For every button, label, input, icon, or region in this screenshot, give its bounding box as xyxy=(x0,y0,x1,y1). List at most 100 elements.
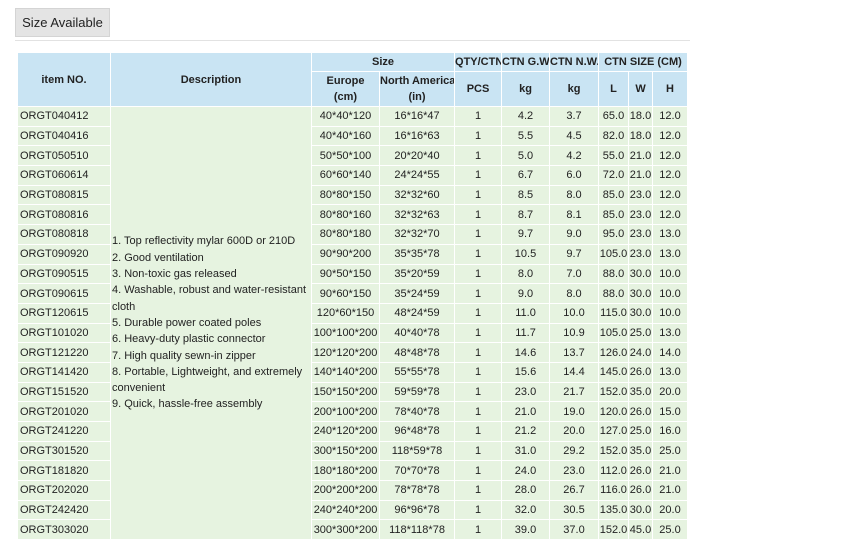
header-height: H xyxy=(652,71,689,107)
cell-ctn-height: 12.0 xyxy=(652,106,689,127)
cell-qty: 1 xyxy=(454,224,503,245)
cell-qty: 1 xyxy=(454,165,503,186)
cell-ctn-length: 85.0 xyxy=(598,184,630,206)
header-gw-kg: kg xyxy=(501,71,551,107)
cell-gross-weight: 39.0 xyxy=(501,519,551,541)
cell-ctn-height: 15.0 xyxy=(652,401,689,422)
cell-europe-size: 300*300*200 xyxy=(311,519,380,541)
cell-ctn-length: 105.0 xyxy=(598,243,630,265)
cell-qty: 1 xyxy=(454,480,503,501)
cell-ctn-length: 88.0 xyxy=(598,283,630,304)
description-line: 6. Heavy-duty plastic connector xyxy=(112,333,266,346)
cell-ctn-length: 120.0 xyxy=(598,401,630,422)
header-item-no: item NO. xyxy=(17,52,111,107)
cell-ctn-width: 45.0 xyxy=(628,519,654,541)
cell-qty: 1 xyxy=(454,243,503,265)
description-line: 4. Washable, robust and water-resistant … xyxy=(112,284,307,313)
cell-item-no: ORGT151520 xyxy=(17,381,111,403)
cell-qty: 1 xyxy=(454,519,503,541)
cell-ctn-width: 26.0 xyxy=(628,401,654,422)
cell-ctn-height: 25.0 xyxy=(652,440,689,462)
cell-item-no: ORGT080815 xyxy=(17,184,111,206)
cell-europe-size: 200*200*200 xyxy=(311,480,380,501)
table-row: ORGT040412 1. Top reflectivity mylar 600D… xyxy=(17,105,689,541)
cell-na-size: 118*59*78 xyxy=(378,440,456,462)
cell-ctn-width: 21.0 xyxy=(628,145,654,167)
cell-ctn-width: 23.0 xyxy=(628,224,654,245)
cell-ctn-height: 12.0 xyxy=(652,184,689,206)
description-line: 8. Portable, Lightweight, and extremely … xyxy=(112,365,303,395)
cell-ctn-height: 21.0 xyxy=(652,480,689,501)
cell-gross-weight: 24.0 xyxy=(501,460,551,482)
cell-item-no: ORGT101020 xyxy=(17,322,111,344)
size-table-body: ORGT040412 1. Top reflectivity mylar 600D… xyxy=(17,105,689,541)
cell-ctn-height: 10.0 xyxy=(652,302,689,324)
cell-item-no: ORGT121220 xyxy=(17,342,111,363)
cell-ctn-length: 152.0 xyxy=(598,440,630,462)
cell-europe-size: 90*90*200 xyxy=(311,243,380,265)
cell-item-no: ORGT141420 xyxy=(17,361,111,383)
cell-europe-size: 200*100*200 xyxy=(311,401,380,422)
cell-ctn-height: 13.0 xyxy=(652,243,689,265)
cell-qty: 1 xyxy=(454,440,503,462)
cell-qty: 1 xyxy=(454,145,503,167)
cell-na-size: 96*96*78 xyxy=(378,499,456,521)
cell-net-weight: 4.2 xyxy=(549,145,600,167)
cell-gross-weight: 6.7 xyxy=(501,165,551,186)
cell-ctn-length: 95.0 xyxy=(598,224,630,245)
cell-na-size: 70*70*78 xyxy=(378,460,456,482)
cell-item-no: ORGT202020 xyxy=(17,480,111,501)
cell-item-no: ORGT090920 xyxy=(17,243,111,265)
cell-item-no: ORGT040412 xyxy=(17,106,111,127)
cell-na-size: 32*32*70 xyxy=(378,224,456,245)
cell-ctn-width: 26.0 xyxy=(628,361,654,383)
cell-na-size: 78*40*78 xyxy=(378,401,456,422)
cell-na-size: 48*48*78 xyxy=(378,342,456,363)
cell-qty: 1 xyxy=(454,204,503,226)
cell-gross-weight: 5.5 xyxy=(501,125,551,147)
cell-net-weight: 4.5 xyxy=(549,125,600,147)
cell-net-weight: 9.0 xyxy=(549,224,600,245)
cell-ctn-length: 152.0 xyxy=(598,519,630,541)
cell-ctn-height: 12.0 xyxy=(652,125,689,147)
cell-net-weight: 30.5 xyxy=(549,499,600,521)
cell-item-no: ORGT060614 xyxy=(17,165,111,186)
cell-net-weight: 6.0 xyxy=(549,165,600,186)
cell-na-size: 118*118*78 xyxy=(378,519,456,541)
cell-europe-size: 80*80*180 xyxy=(311,224,380,245)
cell-na-size: 55*55*78 xyxy=(378,361,456,383)
cell-gross-weight: 4.2 xyxy=(501,106,551,127)
cell-item-no: ORGT301520 xyxy=(17,440,111,462)
cell-net-weight: 10.0 xyxy=(549,302,600,324)
cell-europe-size: 100*100*200 xyxy=(311,322,380,344)
header-ctn-gw: CTN G.W. xyxy=(501,52,551,72)
header-pcs: PCS xyxy=(454,71,503,107)
cell-ctn-length: 126.0 xyxy=(598,342,630,363)
header-nw-kg: kg xyxy=(549,71,600,107)
cell-ctn-length: 152.0 xyxy=(598,381,630,403)
cell-ctn-length: 115.0 xyxy=(598,302,630,324)
size-available-tab[interactable]: Size Available xyxy=(15,8,110,37)
cell-ctn-width: 18.0 xyxy=(628,106,654,127)
header-europe-unit: (cm) xyxy=(333,91,358,103)
cell-europe-size: 90*60*150 xyxy=(311,283,380,304)
cell-net-weight: 8.0 xyxy=(549,184,600,206)
cell-net-weight: 21.7 xyxy=(549,381,600,403)
cell-net-weight: 23.0 xyxy=(549,460,600,482)
header-na-label: North America xyxy=(380,75,455,87)
cell-qty: 1 xyxy=(454,106,503,127)
cell-gross-weight: 11.0 xyxy=(501,302,551,324)
cell-ctn-length: 85.0 xyxy=(598,204,630,226)
cell-ctn-width: 26.0 xyxy=(628,460,654,482)
cell-net-weight: 8.0 xyxy=(549,283,600,304)
cell-item-no: ORGT201020 xyxy=(17,401,111,422)
cell-item-no: ORGT241220 xyxy=(17,421,111,442)
header-europe-label: Europe xyxy=(326,75,365,87)
cell-na-size: 96*48*78 xyxy=(378,421,456,442)
cell-qty: 1 xyxy=(454,361,503,383)
cell-item-no: ORGT242420 xyxy=(17,499,111,521)
cell-ctn-width: 23.0 xyxy=(628,184,654,206)
cell-ctn-height: 10.0 xyxy=(652,263,689,285)
cell-gross-weight: 11.7 xyxy=(501,322,551,344)
cell-ctn-width: 35.0 xyxy=(628,440,654,462)
